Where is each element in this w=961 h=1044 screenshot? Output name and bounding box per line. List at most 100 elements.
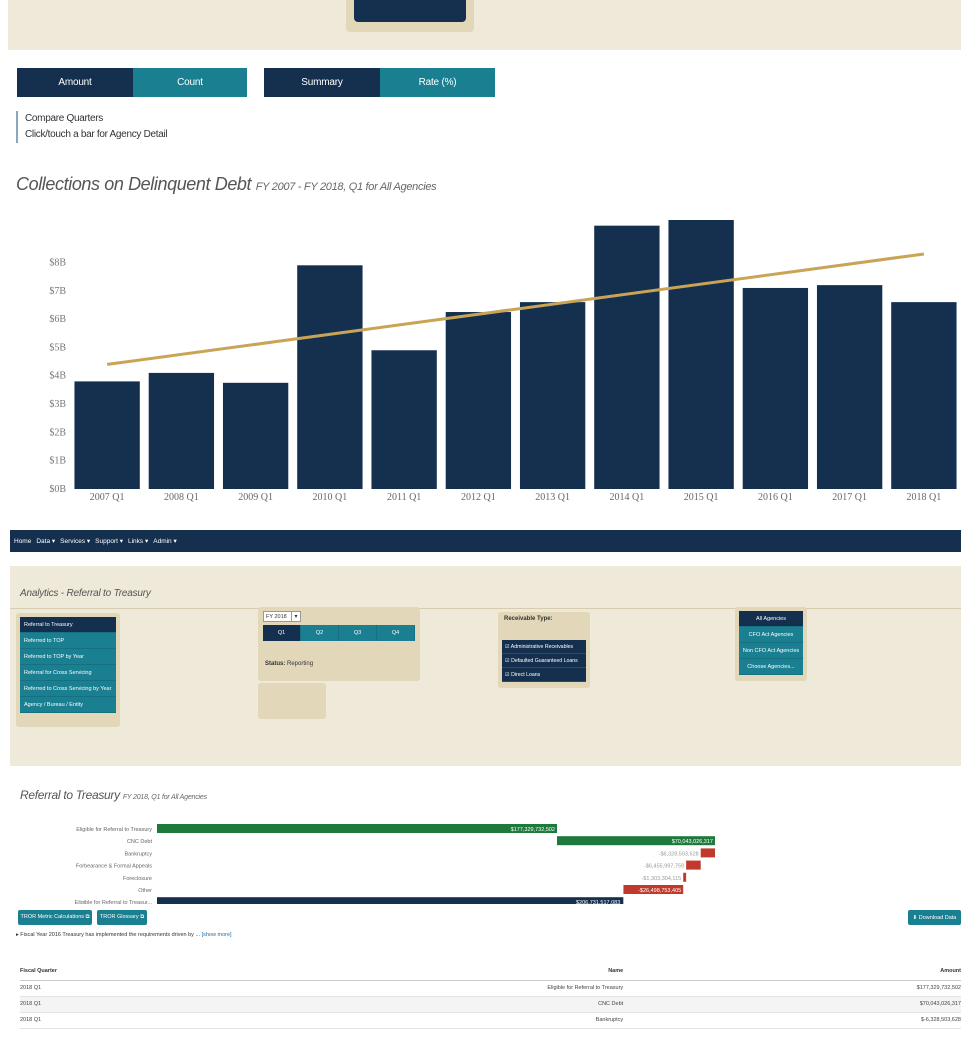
fiscal-note: ▸ Fiscal Year 2016 Treasury has implemen… bbox=[16, 932, 232, 938]
bar[interactable] bbox=[148, 372, 215, 489]
menu-referral-cross-servicing[interactable]: Referral for Cross Servicing bbox=[20, 665, 116, 681]
tab-q4[interactable]: Q4 bbox=[377, 625, 415, 641]
bar[interactable] bbox=[371, 350, 437, 489]
status-label: Status: bbox=[265, 661, 286, 667]
bar[interactable] bbox=[519, 302, 586, 489]
bar[interactable] bbox=[445, 312, 512, 489]
menu-referred-to-top[interactable]: Referred to TOP bbox=[20, 633, 116, 649]
nav-admin[interactable]: Admin ▾ bbox=[153, 537, 177, 545]
waterfall-bar[interactable] bbox=[683, 872, 687, 882]
waterfall-value-label: $70,043,026,317 bbox=[672, 839, 713, 845]
x-tick-label: 2008 Q1 bbox=[164, 492, 199, 503]
receivable-list: ☑ Administrative Receivables ☑ Defaulted… bbox=[502, 640, 586, 682]
receivable-administrative[interactable]: ☑ Administrative Receivables bbox=[502, 640, 586, 654]
nav-home[interactable]: Home bbox=[14, 538, 31, 545]
agency-card: All Agencies CFO Act Agencies Non CFO Ac… bbox=[735, 607, 807, 681]
y-tick-label: $7B bbox=[49, 286, 66, 297]
waterfall-bar[interactable] bbox=[157, 824, 557, 833]
y-tick-label: $1B bbox=[49, 456, 66, 467]
bar[interactable] bbox=[594, 225, 660, 490]
y-tick-label: $5B bbox=[49, 342, 66, 353]
receivable-direct-loans[interactable]: ☑ Direct Loans bbox=[502, 668, 586, 682]
agency-choose[interactable]: Choose Agencies... bbox=[739, 659, 803, 675]
waterfall-value-label: $177,329,732,502 bbox=[511, 827, 555, 833]
waterfall-bar[interactable] bbox=[157, 897, 624, 904]
waterfall-label: Forbearance & Formal Appeals bbox=[76, 864, 152, 870]
waterfall-value-label: $206,731,517,083 bbox=[576, 900, 620, 904]
waterfall-bar[interactable] bbox=[700, 848, 715, 858]
chart-title: Collections on Delinquent Debt FY 2007 -… bbox=[16, 174, 437, 195]
menu-referral-to-treasury[interactable]: Referral to Treasury bbox=[20, 617, 116, 633]
compare-quarters-link[interactable]: Compare Quarters bbox=[25, 111, 167, 127]
header-fiscal-quarter[interactable]: Fiscal Quarter bbox=[20, 962, 110, 981]
waterfall-bar[interactable] bbox=[686, 860, 701, 870]
header-tab bbox=[346, 0, 474, 32]
tab-q1[interactable]: Q1 bbox=[263, 625, 301, 641]
referral-table: Fiscal Quarter Name Amount 2018 Q1 Eligi… bbox=[20, 962, 961, 1029]
show-more-link[interactable]: [show more] bbox=[202, 932, 232, 938]
y-tick-label: $8B bbox=[49, 257, 66, 268]
panel-divider bbox=[10, 608, 961, 609]
count-toggle[interactable]: Count bbox=[133, 68, 247, 97]
waterfall-value-label: -$1,303,304,115 bbox=[642, 876, 682, 882]
nav-services[interactable]: Services ▾ bbox=[60, 537, 90, 545]
x-tick-label: 2018 Q1 bbox=[907, 492, 942, 503]
menu-referred-cross-servicing-by-year[interactable]: Referred to Cross Servicing by Year bbox=[20, 681, 116, 697]
receivable-card: ☑ Administrative Receivables ☑ Defaulted… bbox=[498, 612, 590, 688]
header-band bbox=[8, 0, 961, 50]
agency-non-cfo-act[interactable]: Non CFO Act Agencies bbox=[739, 643, 803, 659]
report-menu-card: Referral to Treasury Referred to TOP Ref… bbox=[16, 613, 120, 727]
bar[interactable] bbox=[816, 285, 883, 489]
row-name: Bankruptcy bbox=[109, 1012, 854, 1029]
status-card bbox=[258, 683, 326, 719]
menu-referred-to-top-by-year[interactable]: Referred to TOP by Year bbox=[20, 649, 116, 665]
waterfall-label: Eligible for Referral to Treasury bbox=[76, 827, 152, 833]
report-menu: Referral to Treasury Referred to TOP Ref… bbox=[20, 617, 116, 713]
x-tick-label: 2011 Q1 bbox=[387, 492, 421, 503]
tab-q2[interactable]: Q2 bbox=[301, 625, 339, 641]
header-name[interactable]: Name bbox=[109, 962, 854, 981]
waterfall-label: Eligible for Referral to Treasur... bbox=[75, 900, 153, 904]
status-value: Reporting bbox=[287, 661, 314, 667]
collections-chart-view: Amount Count Summary Rate (%) Compare Qu… bbox=[8, 0, 961, 510]
view-toggle-group: Summary Rate (%) bbox=[264, 68, 495, 97]
glossary-button[interactable]: TROR Glossary ⧉ bbox=[97, 910, 147, 925]
bar[interactable] bbox=[668, 220, 734, 489]
y-tick-label: $4B bbox=[49, 371, 66, 382]
fiscal-note-text: ▸ Fiscal Year 2016 Treasury has implemen… bbox=[16, 932, 201, 938]
waterfall-value-label: -$6,455,997,759 bbox=[644, 864, 684, 870]
agency-all[interactable]: All Agencies bbox=[739, 611, 803, 627]
fiscal-year-select[interactable]: FY 2018 ▾ bbox=[263, 611, 301, 622]
analytics-panel: Analytics - Referral to Treasury Referra… bbox=[10, 566, 961, 766]
bar[interactable] bbox=[74, 381, 140, 489]
metric-calculations-button[interactable]: TROR Metric Calculations ⧉ bbox=[18, 910, 92, 925]
table-header-row: Fiscal Quarter Name Amount bbox=[20, 962, 961, 981]
nav-support[interactable]: Support ▾ bbox=[95, 537, 123, 545]
nav-links[interactable]: Links ▾ bbox=[128, 537, 148, 545]
referral-to-treasury-view: Home Data ▾ Services ▾ Support ▾ Links ▾… bbox=[10, 530, 961, 1044]
bar[interactable] bbox=[297, 265, 363, 489]
row-quarter: 2018 Q1 bbox=[20, 996, 110, 1013]
agency-cfo-act[interactable]: CFO Act Agencies bbox=[739, 627, 803, 643]
header-amount[interactable]: Amount bbox=[853, 962, 961, 981]
download-data-button[interactable]: ⬇ Download Data bbox=[908, 910, 961, 925]
chevron-down-icon: ▾ bbox=[291, 612, 300, 621]
row-name: Eligible for Referral to Treasury bbox=[109, 980, 854, 997]
table-row: 2018 Q1 Bankruptcy $-6,328,503,628 bbox=[20, 1012, 961, 1029]
tab-q3[interactable]: Q3 bbox=[339, 625, 377, 641]
collections-bar-chart: $0B $1B $2B $3B $4B $5B $6B $7B $8B 2007 Q1 2008 Q… bbox=[49, 220, 957, 503]
top-navbar: Home Data ▾ Services ▾ Support ▾ Links ▾… bbox=[10, 530, 961, 552]
rate-toggle[interactable]: Rate (%) bbox=[380, 68, 495, 97]
y-tick-label: $0B bbox=[49, 484, 66, 495]
menu-agency-bureau-entity[interactable]: Agency / Bureau / Entity bbox=[20, 697, 116, 713]
x-tick-label: 2015 Q1 bbox=[684, 492, 719, 503]
receivable-defaulted-loans[interactable]: ☑ Defaulted Guaranteed Loans bbox=[502, 654, 586, 668]
nav-data[interactable]: Data ▾ bbox=[36, 537, 55, 545]
bar[interactable] bbox=[891, 302, 957, 489]
bar[interactable] bbox=[742, 287, 809, 489]
amount-toggle[interactable]: Amount bbox=[17, 68, 133, 97]
bar[interactable] bbox=[222, 382, 289, 489]
header-tab-button[interactable] bbox=[354, 0, 466, 22]
agency-detail-hint: Click/touch a bar for Agency Detail bbox=[25, 129, 168, 140]
summary-toggle[interactable]: Summary bbox=[264, 68, 380, 97]
